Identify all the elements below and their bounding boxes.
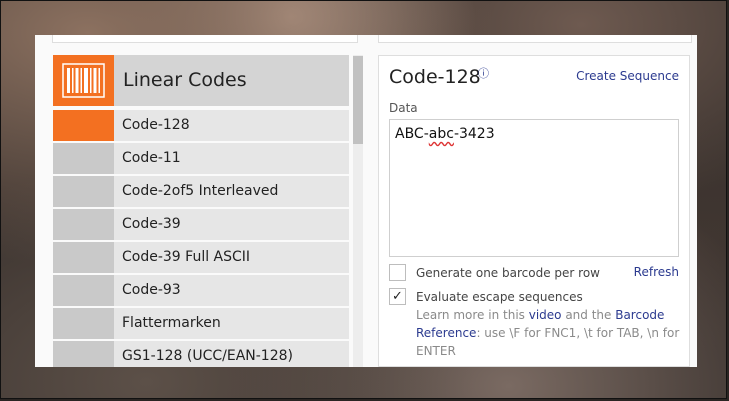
- list-item-code-93[interactable]: Code-93: [53, 275, 349, 306]
- list-item-label: Code-2of5 Interleaved: [114, 176, 349, 207]
- refresh-link[interactable]: Refresh: [634, 265, 679, 279]
- barcode-generator-page: Linear Codes Code-128 Code-11 Code-2of5 …: [35, 35, 697, 367]
- list-item-code-128[interactable]: Code-128: [53, 110, 349, 141]
- barcode-reference-link-part2[interactable]: Reference: [416, 326, 476, 340]
- list-item-flattermarken[interactable]: Flattermarken: [53, 308, 349, 339]
- escape-sequences-checkbox[interactable]: ✓: [389, 288, 406, 305]
- data-textarea[interactable]: ABC-abc-3423: [389, 119, 679, 257]
- escape-sequences-label: Evaluate escape sequences: [416, 290, 583, 304]
- list-item-swatch: [53, 176, 114, 207]
- barcode-icon: [53, 55, 114, 106]
- top-right-panel-edge: [378, 35, 692, 43]
- barcode-settings-panel: Code-128 ⓘ Create Sequence Data ABC-abc-…: [378, 55, 690, 367]
- screenshot-frame: Linear Codes Code-128 Code-11 Code-2of5 …: [0, 0, 727, 399]
- data-text-prefix: ABC-: [395, 126, 429, 142]
- list-scrollbar-thumb[interactable]: [353, 56, 363, 144]
- video-link[interactable]: video: [529, 308, 562, 322]
- per-row-label: Generate one barcode per row: [416, 266, 600, 280]
- list-item-swatch: [53, 341, 114, 367]
- list-item-label: Code-128: [114, 110, 349, 141]
- list-item-label: Code-11: [114, 143, 349, 174]
- top-left-panel-edge: [52, 35, 358, 43]
- list-item-swatch: [53, 110, 114, 141]
- list-item-code-39-full-ascii[interactable]: Code-39 Full ASCII: [53, 242, 349, 273]
- category-header-linear-codes[interactable]: Linear Codes: [53, 55, 349, 106]
- list-item-swatch: [53, 275, 114, 306]
- help-text-1: Learn more in this: [416, 308, 529, 322]
- barcode-type-list: Linear Codes Code-128 Code-11 Code-2of5 …: [53, 55, 349, 367]
- data-label: Data: [389, 101, 418, 115]
- info-icon[interactable]: ⓘ: [478, 65, 489, 81]
- list-item-label: Code-39 Full ASCII: [114, 242, 349, 273]
- list-item-swatch: [53, 242, 114, 273]
- list-item-label: GS1-128 (UCC/EAN-128): [114, 341, 349, 367]
- list-item-code-2of5-interleaved[interactable]: Code-2of5 Interleaved: [53, 176, 349, 207]
- category-title: Linear Codes: [123, 69, 247, 91]
- list-item-label: Code-93: [114, 275, 349, 306]
- list-item-swatch: [53, 143, 114, 174]
- escape-help-text: Learn more in this video and the Barcode…: [416, 306, 686, 360]
- data-text-misspelled: abc: [428, 126, 454, 142]
- list-item-code-39[interactable]: Code-39: [53, 209, 349, 240]
- data-text-suffix: -3423: [453, 126, 495, 142]
- list-item-gs1-128[interactable]: GS1-128 (UCC/EAN-128): [53, 341, 349, 367]
- list-item-label: Code-39: [114, 209, 349, 240]
- per-row-checkbox[interactable]: [389, 264, 406, 281]
- barcode-reference-link-part1[interactable]: Barcode: [615, 308, 664, 322]
- help-text-2: and the: [561, 308, 616, 322]
- list-item-swatch: [53, 308, 114, 339]
- create-sequence-link[interactable]: Create Sequence: [576, 69, 679, 83]
- list-item-code-11[interactable]: Code-11: [53, 143, 349, 174]
- barcode-type-title: Code-128: [389, 66, 481, 88]
- list-item-label: Flattermarken: [114, 308, 349, 339]
- list-item-swatch: [53, 209, 114, 240]
